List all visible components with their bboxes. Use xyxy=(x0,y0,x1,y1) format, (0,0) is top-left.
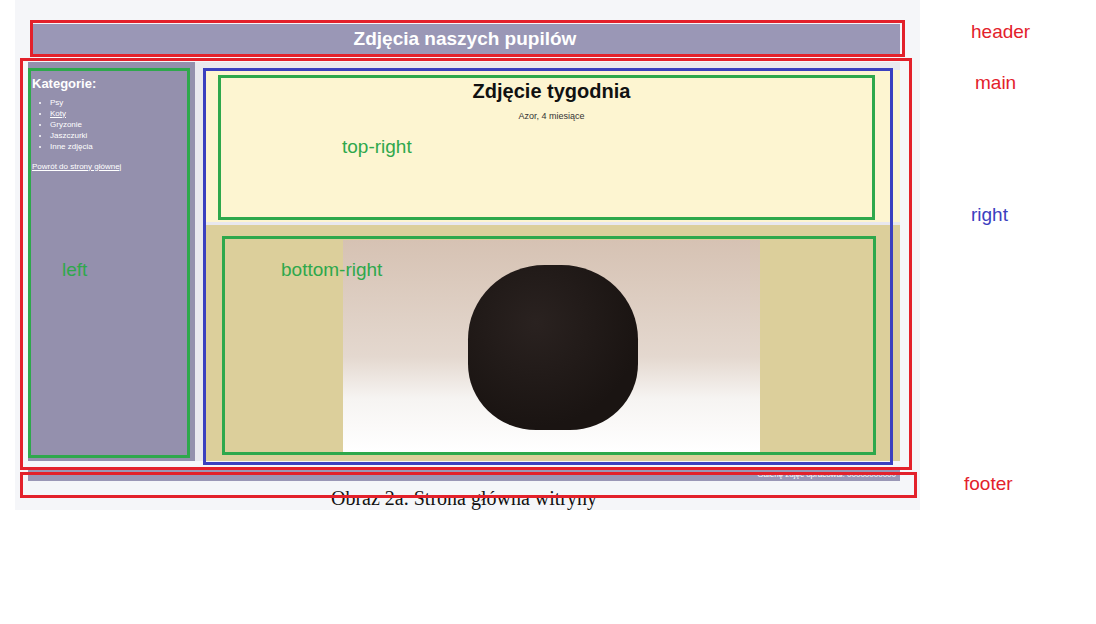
annotation-box xyxy=(30,20,905,57)
category-item[interactable]: Gryzonie xyxy=(50,119,191,130)
category-list: PsyKotyGryzonieJaszczurkiInne zdjęcia xyxy=(32,97,191,152)
annotation-box xyxy=(28,68,190,458)
back-link[interactable]: Powrót do strony głównej xyxy=(32,162,191,171)
annotation-box xyxy=(20,58,912,470)
annotation-label: right xyxy=(971,204,1008,226)
page-header: Zdjęcia naszych pupilów xyxy=(30,24,900,54)
annotation-box xyxy=(20,472,917,498)
figure-caption: Obraz 2a. Strona główna witryny xyxy=(28,487,900,510)
dog-shape xyxy=(468,265,638,430)
category-item[interactable]: Psy xyxy=(50,97,191,108)
annotated-layout: Zdjęcia naszych pupilów Kategorie: PsyKoty… xyxy=(0,0,1096,624)
sidebar-heading: Kategorie: xyxy=(32,76,191,91)
category-item[interactable]: Inne zdjęcia xyxy=(50,141,191,152)
header-title: Zdjęcia naszych pupilów xyxy=(354,28,577,50)
annotation-label: header xyxy=(971,21,1030,43)
featured-title: Zdjęcie tygodnia xyxy=(473,80,631,103)
annotation-label: top-right xyxy=(342,136,412,158)
sidebar: Kategorie: PsyKotyGryzonieJaszczurkiInne … xyxy=(28,62,195,462)
page-main: Kategorie: PsyKotyGryzonieJaszczurkiInne … xyxy=(28,62,900,462)
annotation-box xyxy=(218,75,875,220)
category-item[interactable]: Koty xyxy=(50,108,191,119)
annotation-label: footer xyxy=(964,473,1013,495)
puppy-photo xyxy=(343,240,760,452)
featured-subtitle: Azor, 4 miesiące xyxy=(518,111,584,121)
annotation-label: main xyxy=(975,72,1016,94)
annotation-label: bottom-right xyxy=(281,259,382,281)
featured-panel: Zdjęcie tygodnia Azor, 4 miesiące xyxy=(203,70,900,222)
category-item[interactable]: Jaszczurki xyxy=(50,130,191,141)
annotation-label: left xyxy=(62,259,87,281)
